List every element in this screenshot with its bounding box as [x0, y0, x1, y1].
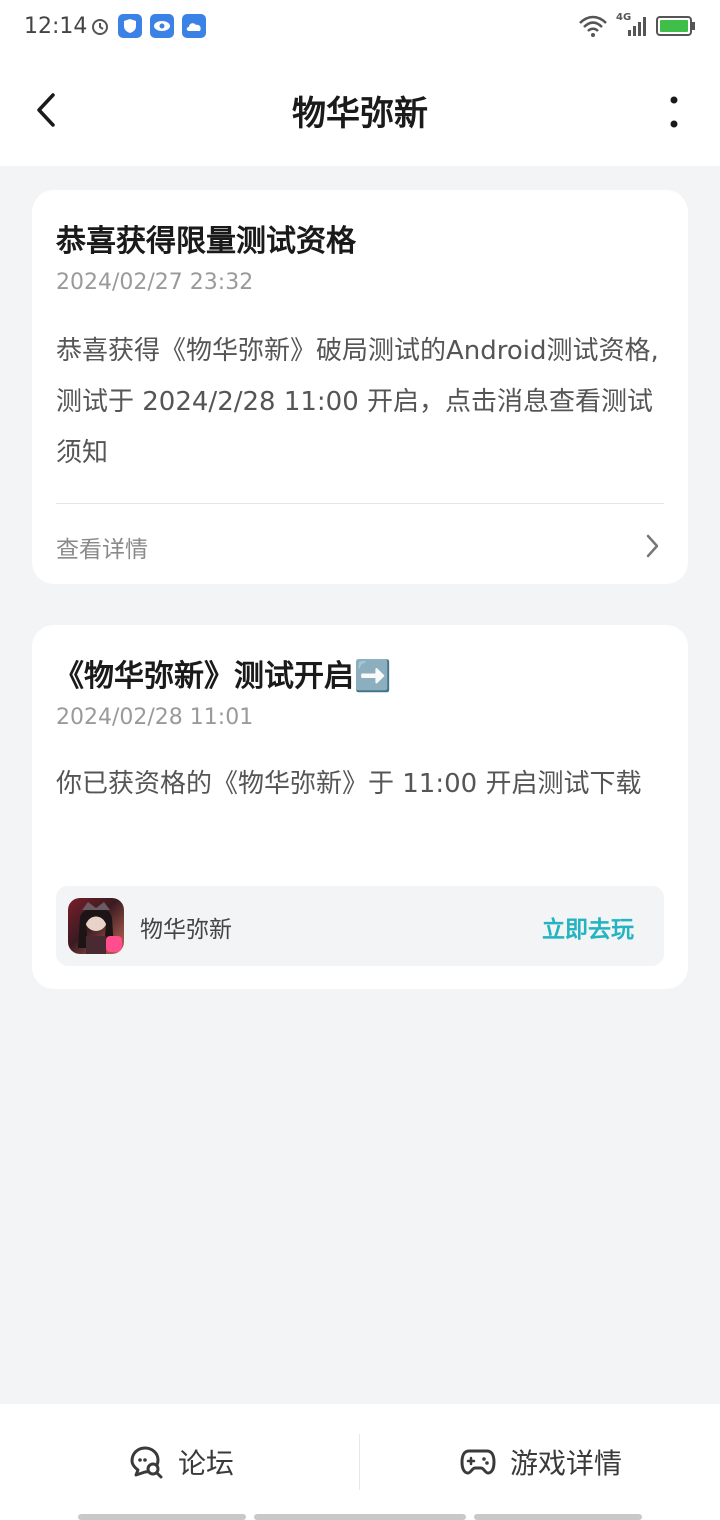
message-time: 2024/02/28 11:01 [56, 705, 254, 730]
message-body: 恭喜获得《物华弥新》破局测试的Android测试资格,测试于 2024/2/28… [56, 336, 659, 468]
status-time: 12:14 [24, 14, 88, 39]
forum-label: 论坛 [178, 1447, 235, 1480]
gamepad-icon [460, 1449, 496, 1475]
bottom-bar-separator [359, 1434, 360, 1490]
view-details-link[interactable]: 查看详情 [56, 530, 148, 564]
message-time: 2024/02/27 23:32 [56, 270, 254, 295]
nav-indicator [254, 1514, 466, 1520]
more-options-button[interactable] [664, 92, 684, 132]
status-bar: 12:14 4G [0, 0, 720, 56]
bottom-bar: 论坛 游戏详情 [0, 1404, 720, 1520]
forum-button[interactable]: 论坛 [128, 1442, 234, 1482]
eye-app-icon [150, 14, 174, 38]
status-icons-right: 4G [578, 12, 696, 38]
more-vertical-icon [670, 96, 678, 128]
divider [56, 503, 664, 504]
game-entry[interactable]: 物华弥新 立即去玩 [56, 886, 664, 966]
game-details-label: 游戏详情 [510, 1447, 623, 1480]
message-title: 恭喜获得限量测试资格 [56, 224, 356, 259]
message-title: 《物华弥新》测试开启➡️ [54, 659, 392, 694]
wifi-icon [579, 15, 607, 37]
message-card[interactable]: 恭喜获得限量测试资格 2024/02/27 23:32 恭喜获得《物华弥新》破局… [32, 190, 688, 584]
message-body: 你已获资格的《物华弥新》于 11:00 开启测试下载 [56, 769, 642, 799]
message-card[interactable]: 《物华弥新》测试开启➡️ 2024/02/28 11:01 你已获资格的《物华弥… [32, 625, 688, 989]
page-title: 物华弥新 [292, 94, 428, 134]
forum-chat-icon [130, 1446, 163, 1479]
game-details-button[interactable]: 游戏详情 [460, 1442, 622, 1482]
battery-icon [656, 16, 695, 36]
game-icon [68, 898, 124, 954]
app-header: 物华弥新 [0, 56, 720, 166]
game-badge [106, 936, 122, 952]
play-now-button[interactable]: 立即去玩 [542, 910, 634, 944]
nav-indicator [474, 1514, 642, 1520]
status-icons-left [90, 14, 206, 38]
alarm-clock-icon [92, 19, 108, 35]
cellular-signal-icon: 4G [616, 12, 648, 38]
game-name: 物华弥新 [140, 917, 232, 943]
cloud-app-icon [182, 14, 206, 38]
shield-app-icon [118, 14, 142, 38]
chevron-right-icon [646, 534, 659, 558]
nav-indicator [78, 1514, 246, 1520]
